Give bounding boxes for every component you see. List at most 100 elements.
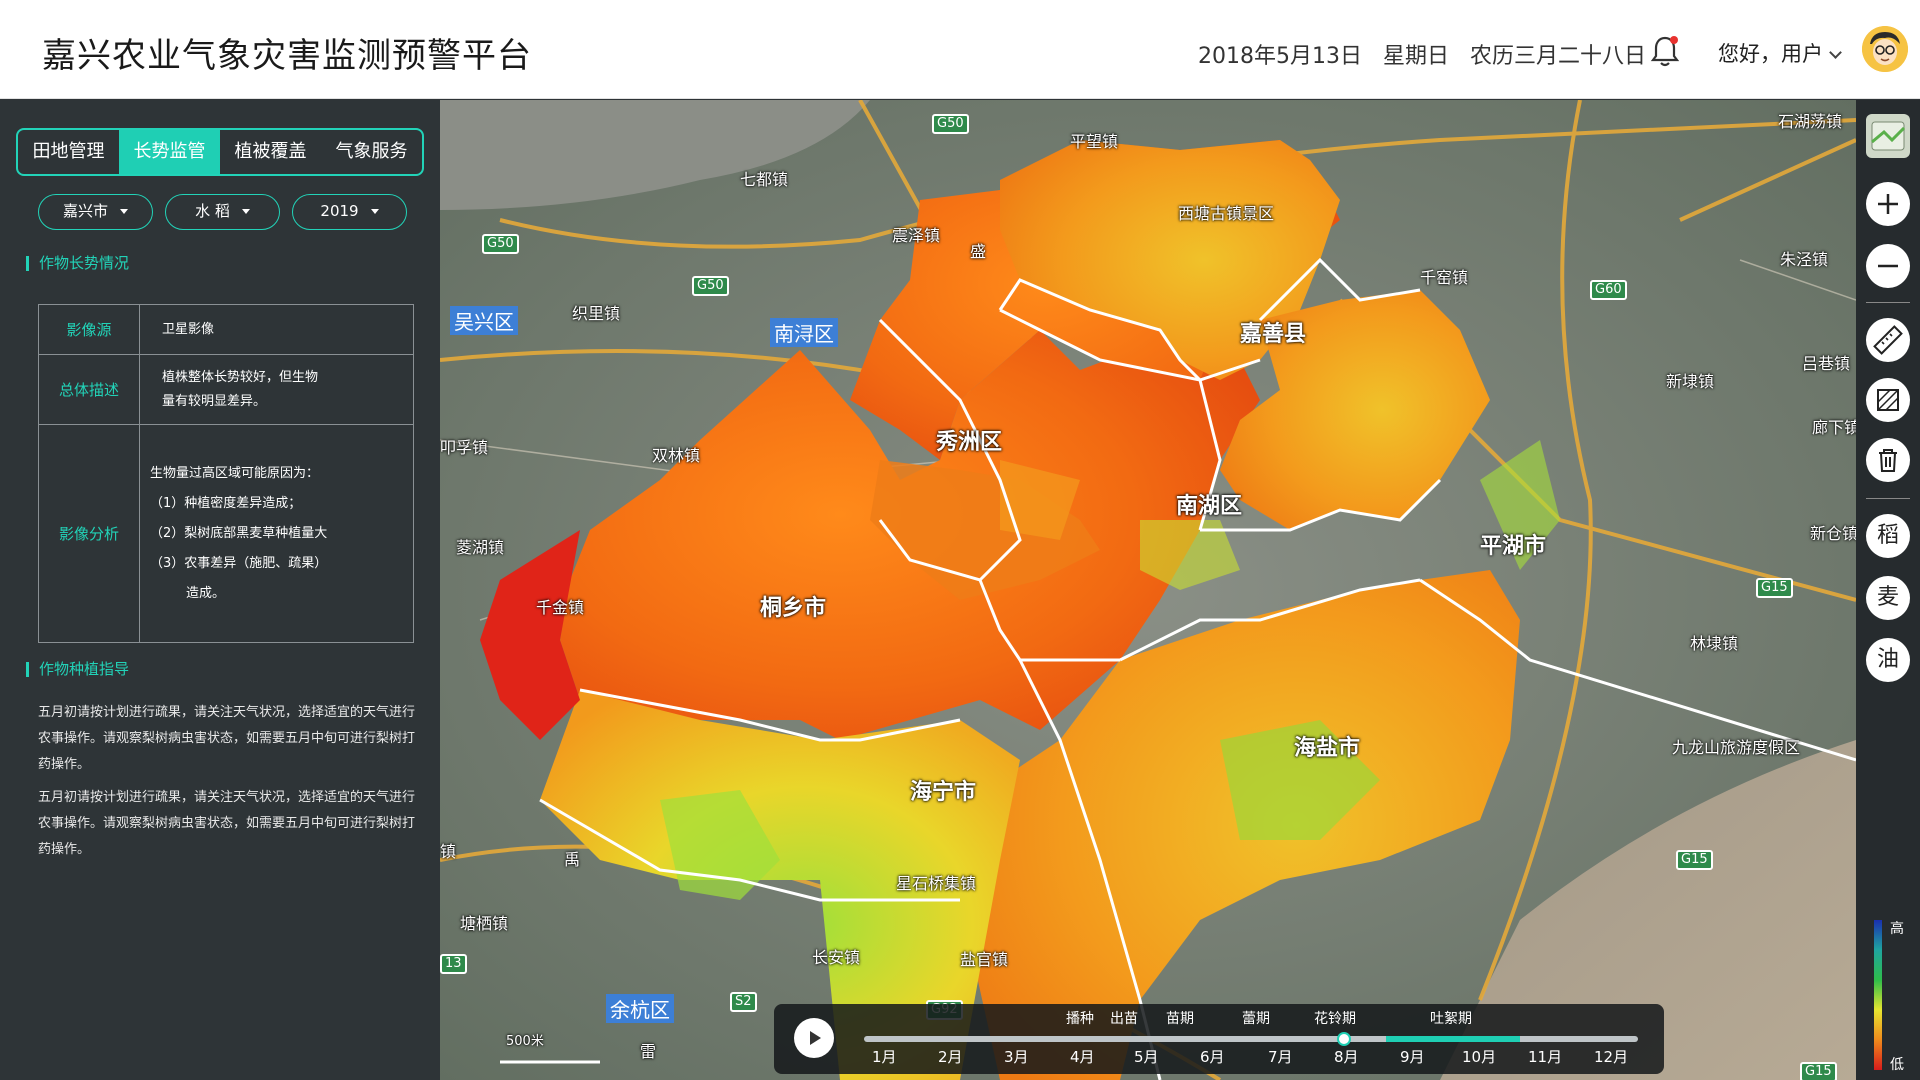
town-label: 吴兴区: [450, 306, 518, 335]
month-label[interactable]: 4月: [1070, 1046, 1095, 1067]
caret-down-icon: [241, 209, 250, 214]
month-label[interactable]: 7月: [1268, 1046, 1293, 1067]
greeting-text: 您好，用户: [1718, 42, 1823, 66]
stage-label: 蕾期: [1242, 1011, 1270, 1027]
year-select[interactable]: 2019: [292, 194, 407, 230]
town-label: 西塘古镇景区: [1178, 204, 1275, 223]
timeline-highlight: [1386, 1036, 1520, 1042]
district-label-nanhu[interactable]: 南湖区: [1176, 488, 1242, 520]
avatar[interactable]: [1862, 26, 1908, 72]
road-badge: G50: [692, 276, 729, 296]
tab-weather-service[interactable]: 气象服务: [321, 130, 422, 174]
timeline-handle[interactable]: [1336, 1032, 1351, 1046]
road-badge: 13: [440, 954, 467, 974]
town-label: 新仓镇: [1810, 524, 1856, 543]
trash-icon[interactable]: [1866, 438, 1910, 482]
notification-bell-icon[interactable]: [1650, 34, 1680, 68]
crop-oil-button[interactable]: 油: [1866, 638, 1910, 682]
city-select[interactable]: 嘉兴市: [38, 194, 153, 230]
header: 嘉兴农业气象灾害监测预警平台 2018年5月13日 星期日 农历三月二十八日 您…: [0, 0, 1920, 99]
town-label: 吕巷镇: [1802, 354, 1851, 373]
caret-down-icon: [370, 209, 379, 214]
town-label: 长安镇: [812, 948, 861, 967]
analysis-key: 影像分析: [38, 424, 140, 643]
town-label: 新埭镇: [1666, 372, 1715, 391]
analysis-line: 生物量过高区域可能原因为：: [150, 465, 320, 481]
town-label: 禹: [564, 850, 581, 869]
month-label[interactable]: 12月: [1594, 1046, 1628, 1067]
month-label[interactable]: 8月: [1334, 1046, 1359, 1067]
map-toolbar: 稻 麦 油: [1856, 100, 1920, 1080]
stage-label: 播种: [1066, 1011, 1094, 1027]
play-button[interactable]: [794, 1018, 834, 1058]
district-label-haiyan[interactable]: 海盐市: [1294, 730, 1360, 762]
tab-vegetation-cover[interactable]: 植被覆盖: [220, 130, 321, 174]
map-canvas[interactable]: [440, 100, 1856, 1080]
month-label[interactable]: 5月: [1134, 1046, 1159, 1067]
growth-section-title: 作物长势情况: [26, 256, 129, 271]
stage-label: 吐絮期: [1430, 1011, 1472, 1027]
town-label: 盛: [970, 242, 987, 261]
year-select-value: 2019: [320, 202, 359, 220]
district-label-pinghu[interactable]: 平湖市: [1480, 528, 1546, 560]
crop-wheat-button[interactable]: 麦: [1866, 576, 1910, 620]
zoom-out-icon[interactable]: [1866, 244, 1910, 288]
scale-label: 500米: [506, 1034, 544, 1049]
district-label-xiuzhou[interactable]: 秀洲区: [936, 424, 1002, 456]
lunar-date-text: 农历三月二十八日: [1470, 44, 1647, 69]
user-menu[interactable]: 您好，用户: [1718, 38, 1842, 68]
town-label: 星石桥集镇: [896, 874, 977, 893]
stage-label: 出苗: [1110, 1011, 1138, 1027]
source-key: 影像源: [38, 304, 140, 355]
guide-section-title: 作物种植指导: [26, 662, 129, 677]
filter-bar: 嘉兴市 水 稻 2019: [38, 194, 407, 230]
map-view[interactable]: 嘉善县 秀洲区 南湖区 平湖市 桐乡市 海盐市 海宁市 七都镇 震泽镇 盛 平望…: [440, 100, 1856, 1080]
stage-label: 花铃期: [1314, 1011, 1356, 1027]
town-label: 织里镇: [572, 304, 621, 323]
crop-select[interactable]: 水 稻: [165, 194, 280, 230]
overall-value: 植株整体长势较好，但生物 量有较明显差异。: [139, 354, 414, 425]
area-measure-icon[interactable]: [1866, 378, 1910, 422]
overall-line-1: 植株整体长势较好，但生物: [162, 369, 319, 385]
analysis-line: （1）种植密度差异造成；: [150, 495, 302, 511]
road-badge: G15: [1756, 578, 1793, 598]
color-legend-bar: [1874, 920, 1882, 1070]
analysis-line: （2）梨树底部黑麦草种植量大: [150, 525, 328, 541]
date-text: 2018年5月13日: [1198, 44, 1362, 69]
month-label[interactable]: 11月: [1528, 1046, 1562, 1067]
basemap-switch-icon[interactable]: [1866, 114, 1910, 158]
town-label: 叩孚镇: [440, 438, 489, 457]
road-badge: G15: [1676, 850, 1713, 870]
growth-timeline: 播种 出苗 苗期 蕾期 花铃期 吐絮期 1月 2月 3月 4月 5月 6月 7月…: [774, 1004, 1664, 1074]
analysis-value: 生物量过高区域可能原因为： （1）种植密度差异造成； （2）梨树底部黑麦草种植量…: [139, 424, 414, 643]
month-label[interactable]: 9月: [1400, 1046, 1425, 1067]
town-label: 盐官镇: [960, 950, 1009, 969]
legend-high-label: 高: [1890, 921, 1904, 937]
crop-rice-button[interactable]: 稻: [1866, 514, 1910, 558]
timeline-track[interactable]: [864, 1032, 1638, 1046]
road-badge: S2: [730, 992, 757, 1012]
district-label-tongxiang[interactable]: 桐乡市: [760, 590, 826, 622]
month-label[interactable]: 2月: [938, 1046, 963, 1067]
town-label: 塘栖镇: [460, 914, 509, 933]
legend-low-label: 低: [1890, 1057, 1904, 1073]
chevron-down-icon: [1829, 46, 1842, 59]
month-label[interactable]: 10月: [1462, 1046, 1496, 1067]
town-label: 双林镇: [652, 446, 701, 465]
toolbar-divider: [1866, 498, 1910, 499]
district-label-haining[interactable]: 海宁市: [910, 774, 976, 806]
town-label: 南浔区: [770, 318, 838, 347]
month-label[interactable]: 3月: [1004, 1046, 1029, 1067]
tab-growth-monitoring[interactable]: 长势监管: [119, 130, 220, 174]
month-label[interactable]: 6月: [1200, 1046, 1225, 1067]
zoom-in-icon[interactable]: [1866, 182, 1910, 226]
town-label: 林埭镇: [1690, 634, 1739, 653]
module-tabs: 田地管理 长势监管 植被覆盖 气象服务: [16, 128, 424, 176]
overall-key: 总体描述: [38, 354, 140, 425]
district-label-jiashan[interactable]: 嘉善县: [1240, 316, 1306, 348]
road-badge: G50: [932, 114, 969, 134]
town-label: 平望镇: [1070, 132, 1119, 151]
tab-field-management[interactable]: 田地管理: [18, 130, 119, 174]
month-label[interactable]: 1月: [872, 1046, 897, 1067]
measure-ruler-icon[interactable]: [1866, 318, 1910, 362]
